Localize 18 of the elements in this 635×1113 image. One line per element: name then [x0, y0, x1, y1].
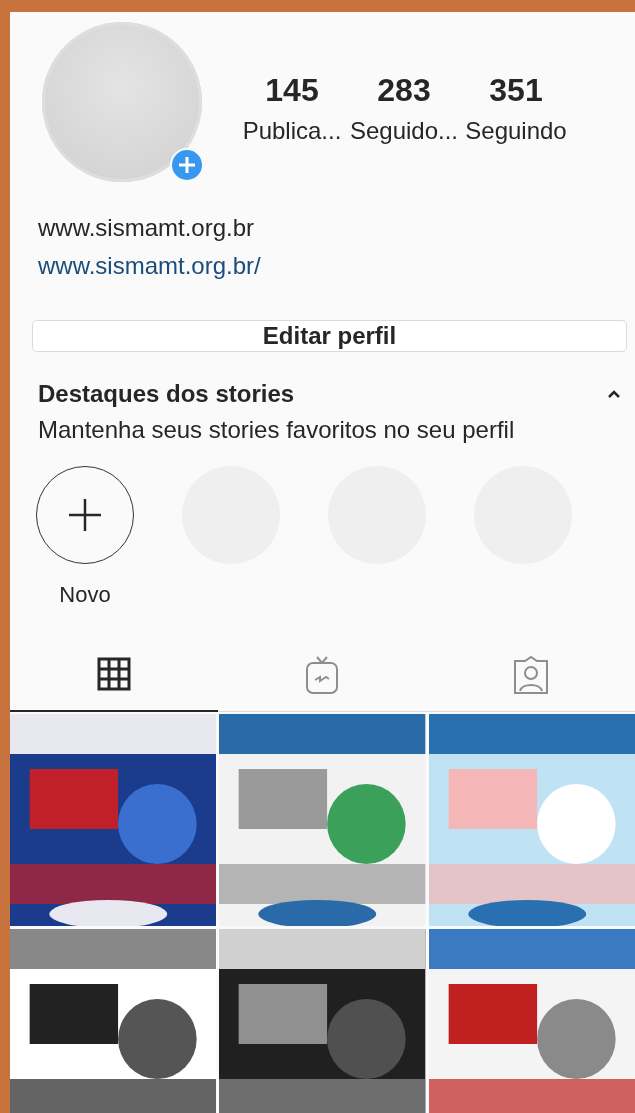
website-link[interactable]: www.sismamt.org.br/: [38, 252, 635, 280]
stat-label[interactable]: Seguindo: [465, 117, 567, 145]
edit-profile-button[interactable]: Editar perfil: [32, 320, 627, 352]
highlights-title: Destaques dos stories: [38, 380, 295, 408]
stat-count[interactable]: 351: [489, 72, 543, 109]
add-icon[interactable]: [170, 148, 204, 182]
tv-icon: [305, 654, 340, 695]
highlight-label: Novo: [59, 582, 111, 608]
tagged-photos-icon: [511, 654, 550, 695]
bio-text: www.sismamt.org.br: [38, 214, 256, 242]
grid-icon: [97, 657, 132, 691]
stat-count[interactable]: 283: [377, 72, 431, 109]
caret-icon[interactable]: [607, 389, 621, 399]
plus-icon: [68, 498, 102, 532]
highlights-subtitle: Mantenha seus stories favoritos no seu perfil: [38, 416, 516, 444]
stat-label[interactable]: Publica...: [242, 117, 342, 145]
stat-count[interactable]: 145: [265, 72, 319, 109]
stat-label[interactable]: Seguido...: [349, 117, 459, 145]
